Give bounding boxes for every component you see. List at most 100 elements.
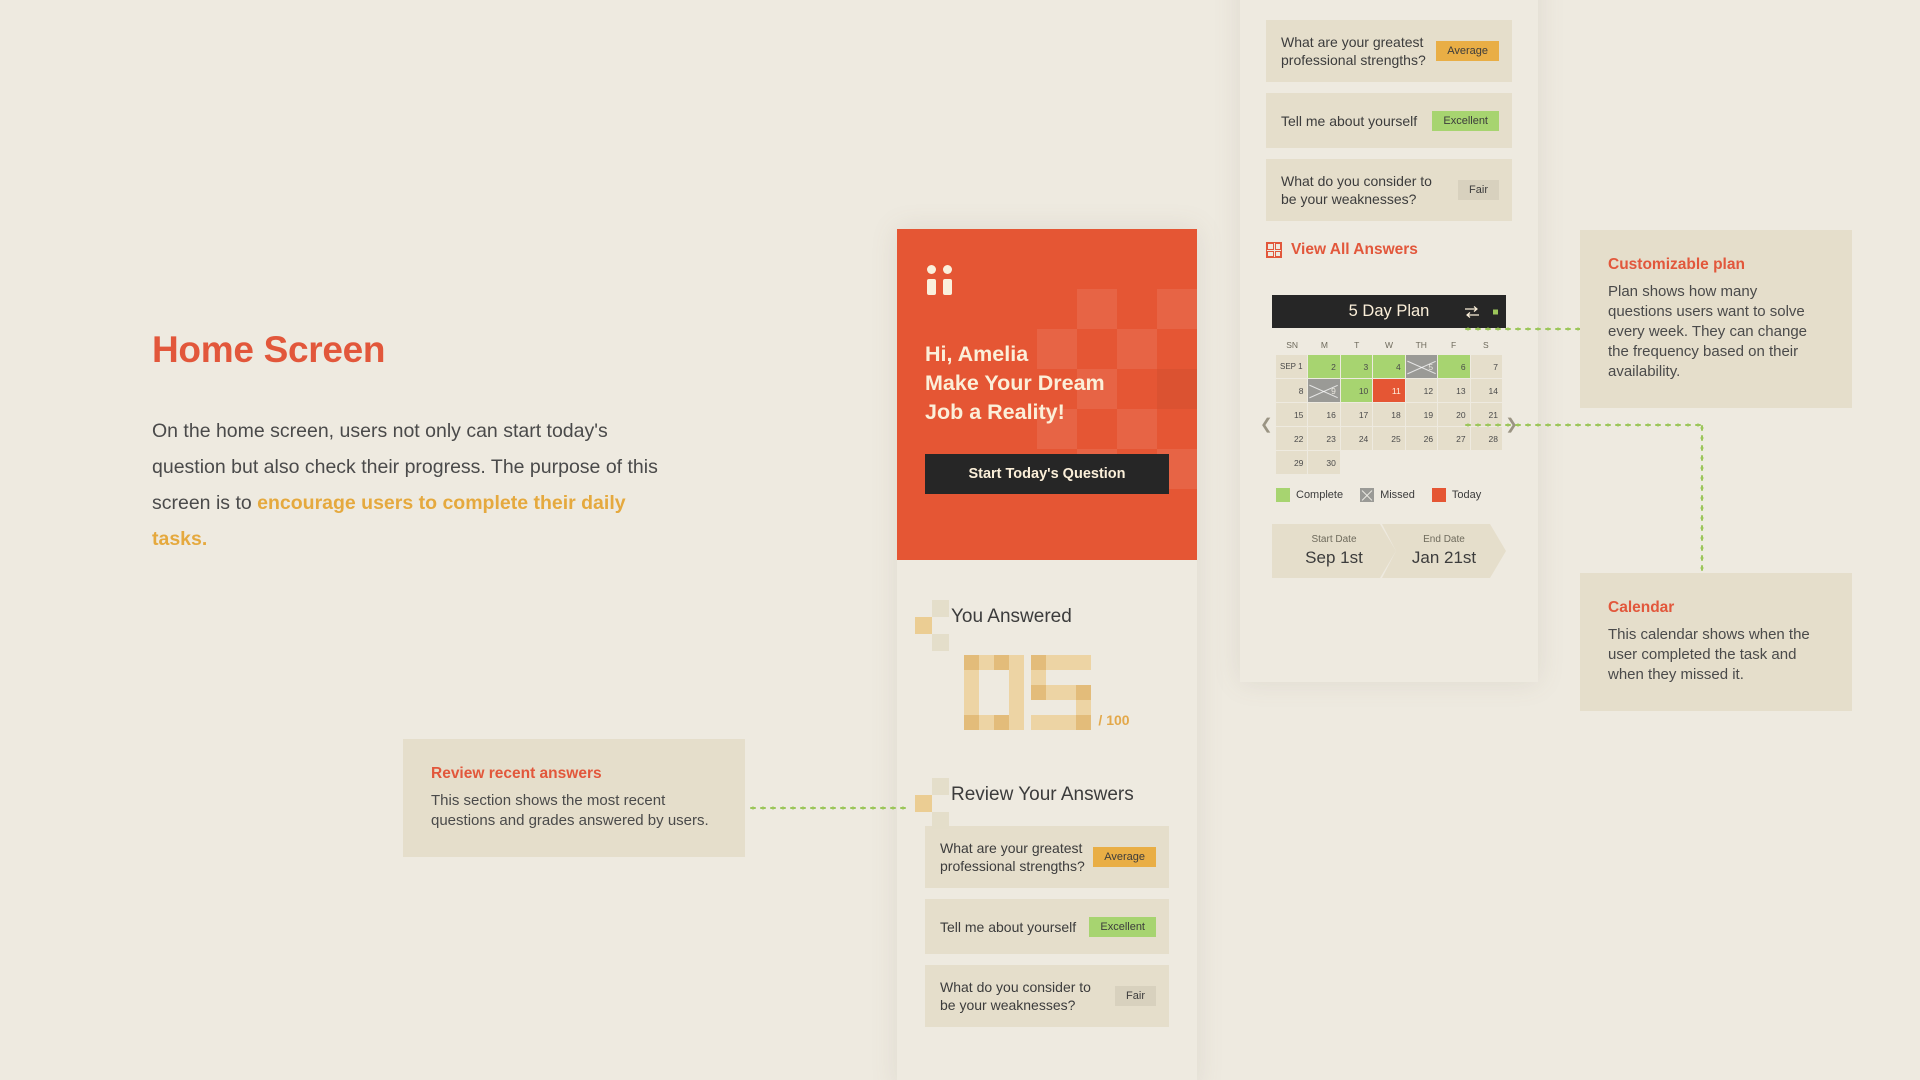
calendar-day[interactable]: 18 [1373,403,1405,426]
calendar-day[interactable]: 30 [1308,451,1340,474]
date-range-row: Start Date Sep 1st End Date Jan 21st [1272,524,1506,578]
start-todays-question-button[interactable]: Start Today's Question [925,454,1169,494]
connector-calendar-horizontal [1463,423,1703,427]
calendar-day[interactable]: 8 [1276,379,1308,402]
plan-panel: What are your greatest professional stre… [1240,0,1538,682]
calendar-day[interactable]: SEP 1 [1276,355,1308,378]
calendar-weekday: W [1384,340,1393,350]
calendar-widget: 5 Day Plan ❮ ❯ SNMTWTHFS SEP 12345678910… [1260,295,1518,578]
panel-answers-list: What are your greatest professional stre… [1266,20,1512,221]
note-title: Calendar [1608,599,1675,616]
answer-question: Tell me about yourself [940,918,1077,935]
calendar-day[interactable]: 15 [1276,403,1308,426]
calendar-legend: Complete Missed Today [1276,488,1502,502]
end-date-label: End Date [1423,534,1465,545]
calendar-status-dot [1493,309,1498,314]
calendar-day[interactable]: 25 [1373,427,1405,450]
answer-question: Tell me about yourself [1281,112,1418,129]
calendar-day[interactable]: 28 [1470,427,1502,450]
calendar-day[interactable]: 7 [1470,355,1502,378]
page-title: Home Screen [152,329,386,370]
note-calendar: Calendar This calendar shows when the us… [1580,573,1852,711]
calendar-day[interactable]: 2 [1308,355,1340,378]
answer-card[interactable]: Tell me about yourself Excellent [1266,93,1512,148]
note-title: Review recent answers [431,765,602,782]
legend-label: Complete [1296,489,1344,501]
legend-swatch-today [1431,488,1446,502]
answer-card[interactable]: Tell me about yourself Excellent [925,899,1169,954]
answer-question: What do you consider to be your weakness… [1281,173,1432,207]
end-date-cell[interactable]: End Date Jan 21st [1382,524,1506,578]
start-date-cell[interactable]: Start Date Sep 1st [1272,524,1396,578]
score-value-pixel-digits [964,655,1092,730]
legend-item: Missed [1360,488,1415,502]
calendar-day [1438,451,1469,474]
calendar-day[interactable]: 29 [1276,451,1308,474]
calendar-day[interactable]: 4 [1373,355,1405,378]
poster-canvas: Home Screen On the home screen, users no… [0,0,1920,1080]
start-date-value: Sep 1st [1305,548,1363,567]
calendar-day[interactable]: 5 [1405,355,1438,378]
calendar-day[interactable]: 17 [1340,403,1373,426]
calendar-day[interactable]: 13 [1438,379,1470,402]
calendar-days: SEP 1 2 3 4 5 6 7 8 9 10 11 12 13 14 15 16 17 18 19 20 21 22 2… [1276,355,1502,474]
note-review-recent-answers: Review recent answers This section shows… [403,739,745,857]
score-row: / 100 [925,655,1169,730]
view-all-answers-link[interactable]: View All Answers [1266,241,1512,259]
calendar-day[interactable]: 19 [1405,403,1438,426]
calendar-day[interactable]: 27 [1438,427,1470,450]
intro-paragraph: On the home screen, users not only can s… [152,413,672,557]
answer-card[interactable]: What are your greatest professional stre… [925,826,1169,888]
grade-badge: Excellent [1432,110,1499,131]
calendar-weekday: SN [1286,340,1299,350]
calendar-weekday: T [1354,340,1360,350]
phone-mockup: Hi, Amelia Make Your Dream Job a Reality… [897,229,1197,1080]
you-answered-label: You Answered [951,606,1072,627]
swap-arrows-icon[interactable] [1464,305,1480,319]
grade-badge: Average [1093,847,1156,867]
calendar-prev-button[interactable]: ❮ [1260,415,1273,433]
answer-question: What do you consider to be your weakness… [940,979,1091,1013]
grid-icon [1266,242,1282,258]
calendar-day [1406,451,1437,474]
calendar-day[interactable]: 12 [1405,379,1438,402]
answer-card[interactable]: What do you consider to be your weakness… [1266,159,1512,221]
legend-swatch-complete [1276,488,1290,502]
grade-badge: Fair [1115,986,1156,1006]
calendar-day[interactable]: 26 [1405,427,1438,450]
answer-card[interactable]: What do you consider to be your weakness… [925,965,1169,1027]
calendar-header: 5 Day Plan [1272,295,1506,328]
calendar-title: 5 Day Plan [1348,302,1430,320]
calendar-day[interactable]: 6 [1438,355,1470,378]
calendar-day[interactable]: 9 [1308,379,1340,402]
calendar-day[interactable]: 24 [1340,427,1373,450]
calendar-day[interactable]: 16 [1308,403,1340,426]
grade-badge: Average [1436,41,1499,61]
view-all-answers-label: View All Answers [1291,241,1418,258]
calendar-grid: SN M T W TH F S SEP 1 2 3 4 5 6 7 8 9 10 11 12 13 14 15 16 17 1… [1276,340,1502,474]
legend-label: Missed [1380,489,1415,501]
connector-calendar-vertical [1700,423,1704,573]
calendar-weekday: M [1320,340,1328,350]
grade-badge: Fair [1458,180,1499,200]
calendar-weekday-header: SN M T W TH F S [1276,340,1502,355]
review-answers-label: Review Your Answers [951,784,1134,805]
calendar-day[interactable]: 3 [1340,355,1373,378]
calendar-day[interactable]: 14 [1470,379,1502,402]
calendar-weekday: S [1483,340,1489,350]
calendar-weekday: TH [1415,340,1427,350]
note-customizable-plan: Customizable plan Plan shows how many qu… [1580,230,1852,408]
connector-plan [1463,327,1583,331]
greeting-line-3: Job a Reality! [925,400,1065,424]
note-body: This section shows the most recent quest… [431,792,709,829]
calendar-day [1341,451,1372,474]
calendar-day[interactable]: 23 [1308,427,1340,450]
answer-card[interactable]: What are your greatest professional stre… [1266,20,1512,82]
greeting-heading: Hi, Amelia Make Your Dream Job a Reality… [925,340,1169,427]
pixel-decoration [915,778,949,829]
note-body: This calendar shows when the user comple… [1608,626,1810,683]
calendar-day[interactable]: 10 [1340,379,1373,402]
calendar-day[interactable]: 11 [1373,379,1405,402]
phone-answers-list: What are your greatest professional stre… [925,826,1169,1027]
calendar-day[interactable]: 22 [1276,427,1308,450]
